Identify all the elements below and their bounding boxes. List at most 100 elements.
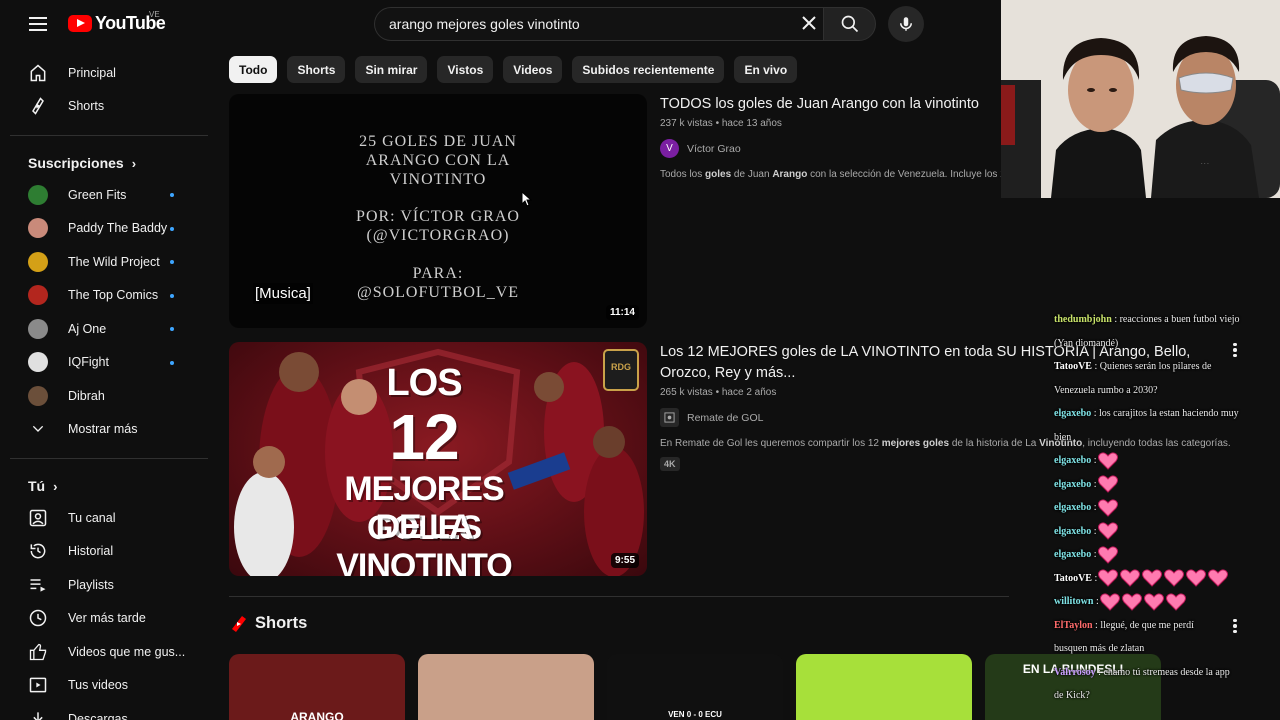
sidebar-item-label: Shorts xyxy=(68,99,105,114)
sidebar-item-shorts[interactable]: Shorts xyxy=(0,90,210,124)
sidebar-subscription-item[interactable]: The Wild Project xyxy=(0,245,210,279)
channel-name: Remate de GOL xyxy=(687,411,764,424)
channel-avatar xyxy=(28,285,48,306)
sidebar-item-principal[interactable]: Principal xyxy=(0,56,210,90)
playlists-icon xyxy=(28,575,48,595)
thumbnail-text: (@VICTORGRAO) xyxy=(366,227,510,244)
filter-chip[interactable]: Subidos recientemente xyxy=(572,56,725,83)
sidebar-subscription-item[interactable]: Dibrah xyxy=(0,379,210,413)
video-result: RDG LOS 12 MEJORES GOLES DE LA VINOTINTO… xyxy=(229,342,1231,576)
sidebar-item-watch-later[interactable]: Ver más tarde xyxy=(0,602,210,636)
show-more-button[interactable]: Mostrar más xyxy=(0,413,210,447)
filter-chip[interactable]: Videos xyxy=(503,56,563,83)
thumbnail-text: ARANGO CON LA xyxy=(365,152,511,169)
chat-message: elgaxebo : los carajitos la estan hacien… xyxy=(1054,402,1276,426)
short-thumbnail[interactable] xyxy=(796,654,972,720)
new-content-dot xyxy=(170,193,174,197)
chat-username: TatooVE xyxy=(1054,361,1092,372)
video-duration: 11:14 xyxy=(605,305,639,320)
chat-username: elgaxebo xyxy=(1054,525,1092,537)
clear-search-icon[interactable] xyxy=(797,11,821,35)
heart-emote-icon xyxy=(1121,593,1143,611)
filter-chip[interactable]: Sin mirar xyxy=(355,56,428,83)
filter-chip[interactable]: Vistos xyxy=(437,56,494,83)
search-button[interactable] xyxy=(823,7,876,41)
chat-text: busquen más de zlatan xyxy=(1054,643,1145,654)
chat-message: willitown : xyxy=(1054,590,1276,614)
desc-keyword: Arango xyxy=(772,169,808,180)
heart-emote-icon xyxy=(1141,569,1163,587)
new-content-dot xyxy=(170,260,174,264)
sidebar-item-label: The Wild Project xyxy=(68,254,160,269)
sidebar-item-label: Tus videos xyxy=(68,678,128,693)
menu-icon[interactable] xyxy=(26,12,50,36)
sidebar-subscription-item[interactable]: IQFight xyxy=(0,346,210,380)
chat-username: elgaxebo xyxy=(1054,502,1092,513)
sidebar-item-label: Aj One xyxy=(68,321,107,336)
channel-name: Víctor Grao xyxy=(687,142,741,155)
your-videos-icon xyxy=(28,675,48,695)
download-icon xyxy=(28,709,48,720)
sidebar-item-label: Green Fits xyxy=(68,187,127,202)
youtube-search-page: YouTube VE Principal Shorts xyxy=(0,0,1280,720)
sidebar-subscription-item[interactable]: The Top Comics xyxy=(0,279,210,313)
short-thumbnail[interactable] xyxy=(418,654,594,720)
video-thumbnail[interactable]: 25 GOLES DE JUAN ARANGO CON LA VINOTINTO… xyxy=(229,94,647,328)
voice-search-button[interactable] xyxy=(888,6,924,42)
heart-emote-icon xyxy=(1097,499,1119,517)
sidebar-subscription-item[interactable]: Green Fits xyxy=(0,178,210,212)
short-thumbnail[interactable]: ARANGO xyxy=(229,654,405,720)
short-thumbnail[interactable]: VEN 0 - 0 ECU xyxy=(607,654,783,720)
sidebar-subscription-item[interactable]: Aj One xyxy=(0,312,210,346)
chat-message: elgaxebo : xyxy=(1054,496,1276,520)
short-overlay-text: VEN 0 - 0 ECU xyxy=(668,710,722,719)
filter-chip[interactable]: En vivo xyxy=(734,56,798,83)
search-input[interactable] xyxy=(389,8,789,40)
view-count: 265 k vistas xyxy=(660,387,713,398)
chat-message: Venezuela rumbo a 2030? xyxy=(1054,379,1276,403)
sidebar-item-channel[interactable]: Tu canal xyxy=(0,501,210,535)
filter-chip[interactable]: Shorts xyxy=(287,56,346,83)
upload-age: hace 2 años xyxy=(721,387,777,398)
channel-avatar xyxy=(28,352,48,373)
chat-message: Valrrosoy : chamo tú stremeas desde la a… xyxy=(1054,661,1276,685)
sidebar-item-your-videos[interactable]: Tus videos xyxy=(0,669,210,703)
sidebar: Principal Shorts Suscripciones › Green F… xyxy=(0,56,210,720)
thumbnail-text: DE LA VINOTINTO xyxy=(336,508,513,576)
sidebar-item-label: Ver más tarde xyxy=(68,611,146,626)
sidebar-item-label: Dibrah xyxy=(68,388,105,403)
chat-text: : Quienes serán los pilares de xyxy=(1094,361,1212,372)
thumbnail-text: PARA: xyxy=(412,265,464,282)
desc-keyword: goles xyxy=(705,169,732,180)
chat-text: : reacciones a buen futbol viejo xyxy=(1114,314,1240,325)
filter-chip[interactable]: Todo xyxy=(229,56,278,83)
video-thumbnail[interactable]: RDG LOS 12 MEJORES GOLES DE LA VINOTINTO… xyxy=(229,342,647,576)
sidebar-item-label: Tu canal xyxy=(68,510,116,525)
quality-badge: 4K xyxy=(660,457,680,471)
watch-later-icon xyxy=(28,608,48,628)
sidebar-item-download[interactable]: Descargas xyxy=(0,702,210,720)
svg-text:· · ·: · · · xyxy=(1201,161,1209,167)
thumbnail-text: 12 xyxy=(389,401,459,473)
sidebar-item-history[interactable]: Historial xyxy=(0,535,210,569)
sidebar-item-like[interactable]: Videos que me gus... xyxy=(0,635,210,669)
sidebar-subscription-item[interactable]: Paddy The Baddy xyxy=(0,212,210,246)
sidebar-item-label: IQFight xyxy=(68,355,109,370)
you-header[interactable]: Tú › xyxy=(0,471,210,501)
heart-emote-icon xyxy=(1097,546,1119,564)
chat-username: elgaxebo xyxy=(1054,455,1092,466)
shorts-row: ARANGO VEN 0 - 0 ECU EN LA BUNDESLI xyxy=(229,654,1161,720)
subscriptions-header[interactable]: Suscripciones › xyxy=(0,148,210,178)
chat-message: busquen más de zlatan xyxy=(1054,637,1276,661)
sidebar-item-playlists[interactable]: Playlists xyxy=(0,568,210,602)
chat-username: thedumbjohn xyxy=(1054,314,1112,325)
thumbnail-text: POR: VÍCTOR GRAO xyxy=(356,208,520,225)
search-box xyxy=(374,7,824,41)
you-title: Tú xyxy=(28,478,46,494)
chat-username: elgaxebo xyxy=(1054,549,1092,560)
channel-avatar xyxy=(28,218,48,239)
new-content-dot xyxy=(170,360,174,365)
channel-avatar: V xyxy=(660,139,679,158)
chat-message: elgaxebo : xyxy=(1054,473,1276,497)
channel-avatar xyxy=(28,385,48,406)
